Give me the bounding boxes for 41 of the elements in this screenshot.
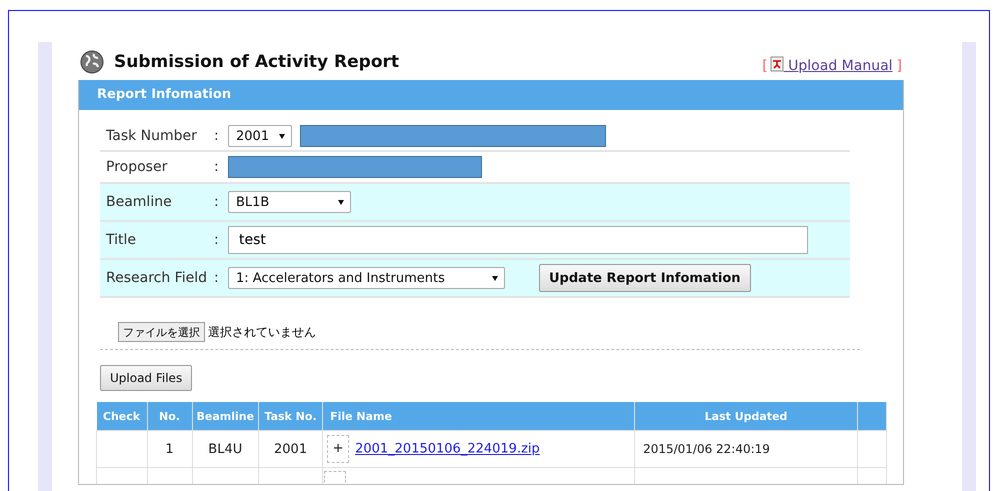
bracket: ] [896, 58, 902, 74]
colon: : [214, 270, 220, 286]
caret-icon [338, 200, 344, 204]
column-header: File Name [322, 402, 635, 430]
caret-icon [279, 134, 285, 138]
file-status: 選択されていません [208, 324, 316, 340]
column-header: Beamline [192, 402, 259, 430]
expand-button[interactable]: + [327, 435, 350, 463]
caret-icon [492, 276, 498, 280]
field-label: Research Field [106, 270, 208, 286]
pdf-icon [770, 56, 784, 72]
colon: : [214, 232, 220, 248]
dropdown[interactable]: 1: Accelerators and Instruments [228, 267, 505, 289]
table-cell: BL4U [192, 430, 259, 468]
field-label: Proposer [106, 159, 168, 175]
page-title: Submission of Activity Report [114, 52, 400, 72]
file-link[interactable]: 2001_20150106_224019.zip [355, 442, 540, 456]
colon: : [214, 128, 220, 144]
title-field[interactable]: test [228, 226, 808, 254]
bracket: [ [762, 58, 768, 74]
dropdown[interactable]: BL1B [228, 191, 351, 213]
column-header: Check [96, 402, 147, 430]
expand-button[interactable] [324, 471, 346, 484]
field-label: Beamline [106, 194, 173, 210]
update-button[interactable]: Update Report Infomation [539, 264, 751, 292]
table-cell: 2001 [258, 430, 323, 468]
field-label: Task Number [106, 128, 198, 144]
colon: : [214, 159, 220, 175]
field-label: Title [106, 232, 138, 248]
dropdown[interactable]: 2001 [228, 125, 292, 147]
choose-file-button[interactable]: ファイルを選択 [118, 322, 205, 342]
table-cell: 2015/01/06 22:40:19 [634, 430, 858, 468]
upload-button[interactable]: Upload Files [100, 365, 192, 391]
column-header: Last Updated [634, 402, 858, 430]
section-header: Report Infomation [79, 80, 903, 110]
column-header: No. [147, 402, 192, 430]
colon: : [214, 194, 220, 210]
globe-icon [80, 50, 104, 74]
upload-manual-link[interactable]: Upload Manual [770, 58, 893, 74]
column-header: Task No. [258, 402, 323, 430]
table-cell: 1 [147, 430, 192, 468]
